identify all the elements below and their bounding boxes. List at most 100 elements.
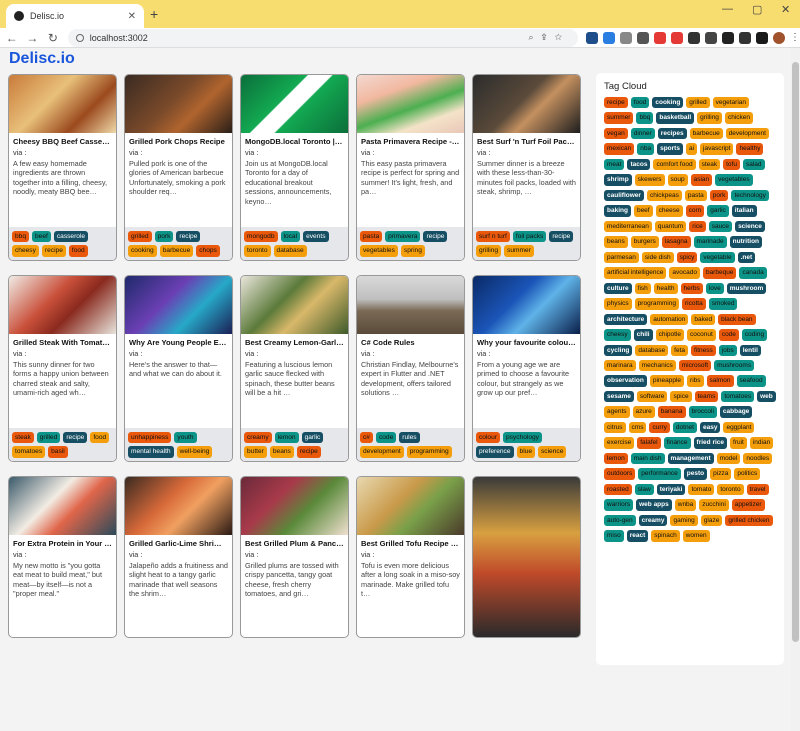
brand-logo[interactable]: Delisc.io (9, 50, 75, 68)
tag-chip[interactable]: events (303, 230, 329, 243)
tag-chip[interactable]: foil packs (512, 230, 547, 243)
tag-chip[interactable]: food (90, 431, 110, 444)
tag-cloud-chip[interactable]: miso (604, 530, 624, 542)
tag-cloud-chip[interactable]: microsoft (678, 359, 712, 372)
recipe-card[interactable]: Grilled Steak With Tomato… via : This sunn… (8, 275, 117, 462)
card-image[interactable] (125, 276, 232, 334)
tag-cloud-chip[interactable]: avocado (669, 267, 700, 279)
tag-cloud-chip[interactable]: shrimp (604, 174, 632, 186)
card-title[interactable]: Pasta Primavera Recipe - L… (357, 133, 464, 148)
tag-cloud-chip[interactable]: sauce (708, 220, 733, 233)
tag-chip[interactable]: mongodb (244, 230, 278, 243)
card-title[interactable]: Why Are Young People Ev… (125, 334, 232, 349)
browser-tab[interactable]: Delisc.io ✕ (6, 4, 144, 28)
tag-cloud-chip[interactable]: garlic (707, 205, 729, 217)
tag-chip[interactable]: well-being (176, 446, 213, 458)
extension-icon[interactable] (602, 31, 615, 44)
tag-cloud-chip[interactable]: marinade (693, 236, 727, 248)
extension-icon[interactable] (653, 31, 666, 44)
card-image[interactable] (473, 75, 580, 133)
tag-cloud-chip[interactable]: burgers (630, 236, 659, 248)
tag-cloud-chip[interactable]: mushroom (726, 282, 767, 295)
tag-cloud-chip[interactable]: agents (604, 406, 630, 418)
tag-chip[interactable]: primavera (385, 230, 421, 243)
extension-icon[interactable] (619, 31, 632, 44)
card-image[interactable] (9, 477, 116, 535)
tag-cloud-chip[interactable]: summer (604, 112, 634, 124)
tag-cloud-chip[interactable]: broccoli (688, 406, 717, 418)
tag-cloud-chip[interactable]: smoked (708, 298, 738, 310)
card-image[interactable] (357, 477, 464, 535)
tag-cloud-chip[interactable]: sports (657, 143, 683, 155)
card-title[interactable]: Cheesy BBQ Beef Casserol… (9, 133, 116, 148)
tag-cloud-chip[interactable]: web apps (636, 499, 672, 511)
tag-chip[interactable]: beef (32, 230, 51, 243)
tag-cloud-chip[interactable]: feta (671, 344, 688, 356)
tag-cloud-chip[interactable]: love (705, 282, 724, 295)
tag-chip[interactable]: basil (48, 446, 68, 458)
tag-cloud-chip[interactable]: salad (742, 158, 765, 171)
tag-chip[interactable]: youth (174, 431, 197, 444)
tag-cloud-chip[interactable]: performance (638, 468, 681, 480)
tag-cloud-chip[interactable]: pasta (684, 189, 707, 202)
card-title[interactable]: Grilled Pork Chops Recipe (125, 133, 232, 148)
tag-cloud-chip[interactable]: model (716, 452, 741, 465)
tag-cloud-chip[interactable]: corn (685, 205, 705, 217)
tag-cloud-chip[interactable]: teams (694, 390, 719, 403)
tag-chip[interactable]: recipe (549, 230, 574, 243)
tag-cloud-chip[interactable]: physics (604, 298, 632, 310)
tag-chip[interactable]: science (538, 446, 567, 458)
tag-chip[interactable]: recipe (423, 230, 448, 243)
tag-chip[interactable]: local (280, 230, 301, 243)
tag-cloud-chip[interactable]: lentil (739, 344, 761, 356)
tag-cloud-chip[interactable]: code (718, 329, 739, 341)
tag-cloud-chip[interactable]: recipe (604, 97, 628, 109)
tag-cloud-chip[interactable]: main dish (630, 452, 665, 465)
tag-cloud-chip[interactable]: technology (731, 189, 769, 202)
recipe-card[interactable]: C# Code Rules via : Christian Findlay, Mel… (356, 275, 465, 462)
tag-cloud-chip[interactable]: grilled chicken (725, 514, 773, 527)
extension-icon[interactable] (687, 31, 700, 44)
tag-cloud-chip[interactable]: culture (604, 282, 632, 295)
tag-cloud-chip[interactable]: beans (604, 236, 628, 248)
card-image[interactable] (473, 276, 580, 334)
tag-cloud-chip[interactable]: falafel (637, 437, 661, 449)
tag-chip[interactable]: recipe (41, 245, 66, 257)
tag-cloud-chip[interactable]: auto-gen (604, 514, 636, 527)
tag-cloud-chip[interactable]: indian (749, 437, 774, 449)
tag-cloud-chip[interactable]: bbq (636, 112, 654, 124)
tag-cloud-chip[interactable]: observation (604, 375, 647, 387)
card-title[interactable]: MongoDB.local Toronto | … (241, 133, 348, 148)
tag-cloud-chip[interactable]: software (636, 390, 668, 403)
tag-cloud-chip[interactable]: exercise (604, 437, 635, 449)
address-bar[interactable]: localhost:3002 ⌕⇪☆ (67, 28, 578, 47)
tag-cloud-chip[interactable]: easy (699, 421, 721, 434)
tag-cloud-chip[interactable]: vegetable (700, 251, 735, 264)
tag-cloud-chip[interactable]: chili (633, 329, 653, 341)
new-tab-button[interactable]: + (150, 6, 158, 22)
tag-cloud-chip[interactable]: banana (657, 406, 686, 418)
tag-chip[interactable]: spring (400, 245, 425, 257)
tag-cloud-chip[interactable]: pineapple (649, 375, 685, 387)
minimize-icon[interactable]: — (722, 3, 733, 15)
tag-cloud-chip[interactable]: italian (731, 205, 757, 217)
tag-cloud-chip[interactable]: web (757, 390, 776, 403)
tag-chip[interactable]: recipe (176, 230, 201, 243)
recipe-card[interactable]: Best Grilled Tofu Recipe - … via : Tofu is… (356, 476, 465, 638)
tag-cloud-chip[interactable]: react (626, 530, 649, 542)
tag-cloud-chip[interactable]: appetizer (731, 499, 765, 511)
card-image[interactable] (241, 276, 348, 334)
recipe-card[interactable]: Why Are Young People Ev… via : Here's the … (124, 275, 233, 462)
tag-cloud-chip[interactable]: seafood (736, 375, 766, 387)
tag-cloud-chip[interactable]: mediterranean (604, 220, 652, 233)
card-title[interactable]: Best Creamy Lemon-Garlic… (241, 334, 348, 349)
tag-chip[interactable]: mental health (128, 446, 174, 458)
tag-cloud-chip[interactable]: lasagna (661, 236, 691, 248)
tag-chip[interactable]: unhappiness (128, 431, 172, 444)
tag-cloud-chip[interactable]: grilled (686, 97, 710, 109)
card-image[interactable] (241, 477, 348, 535)
tag-cloud-chip[interactable]: javascript (700, 143, 734, 155)
tag-chip[interactable]: preference (476, 446, 514, 458)
tag-chip[interactable]: garlic (301, 431, 324, 444)
tag-cloud-chip[interactable]: asian (690, 174, 713, 186)
